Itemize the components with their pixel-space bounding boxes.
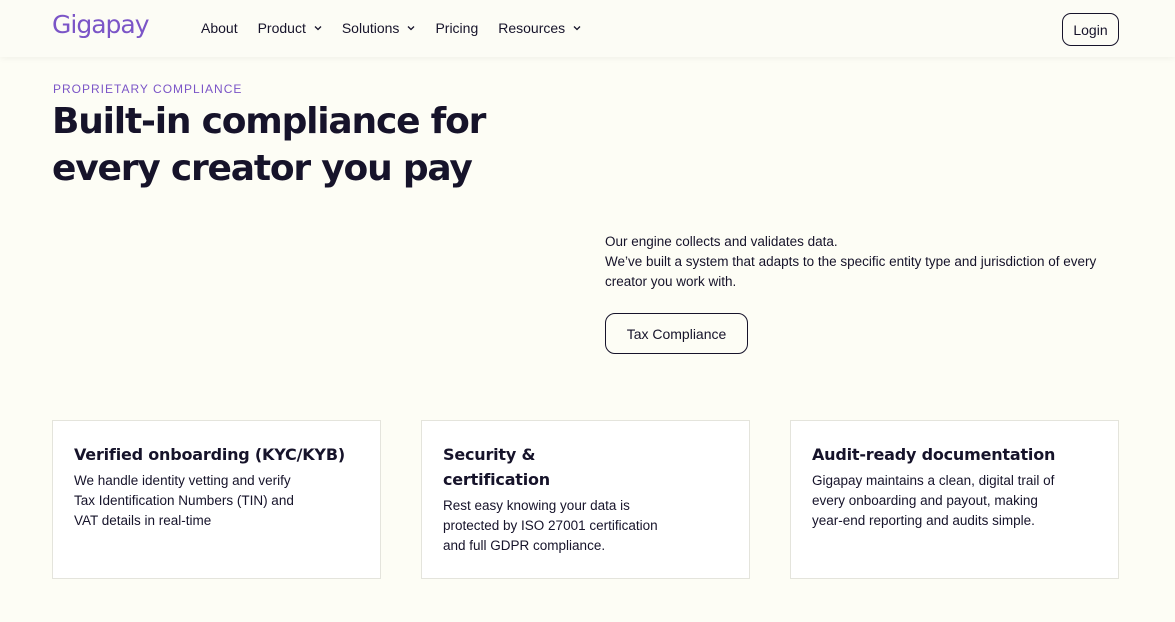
nav-item-product[interactable]: Product — [258, 20, 322, 36]
chevron-down-icon — [573, 26, 581, 31]
nav-item-about[interactable]: About — [201, 20, 238, 36]
nav-item-label: About — [201, 20, 238, 36]
main-nav: About Product Solutions Pricing Resource… — [201, 20, 601, 36]
feature-title: Security & certification — [443, 445, 551, 489]
tax-compliance-button[interactable]: Tax Compliance — [605, 313, 748, 354]
nav-item-label: Product — [257, 20, 306, 36]
feature-description: Rest easy knowing your data is protected… — [443, 498, 658, 553]
top-navbar: Gigapay About Product Solutions Pricing … — [0, 0, 1175, 57]
nav-item-label: Pricing — [435, 20, 479, 36]
login-button[interactable]: Login — [1062, 13, 1119, 46]
feature-description: Gigapay maintains a clean, digital trail… — [812, 473, 1055, 528]
chevron-down-icon — [314, 26, 322, 31]
intro-line-1: Our engine collects and validates data. — [605, 234, 838, 249]
page-title: Built-in compliance for every creator yo… — [52, 98, 492, 192]
section-eyebrow: PROPRIETARY COMPLIANCE — [53, 82, 243, 96]
gigapay-logo[interactable]: Gigapay — [52, 10, 149, 39]
feature-card-audit: Audit-ready documentation Gigapay mainta… — [790, 420, 1119, 579]
feature-card-security: Security & certification Rest easy knowi… — [421, 420, 750, 579]
nav-item-resources[interactable]: Resources — [498, 20, 581, 36]
intro-line-2: We’ve built a system that adapts to the … — [605, 254, 1097, 289]
intro-text: Our engine collects and validates data. … — [605, 232, 1135, 292]
chevron-down-icon — [407, 26, 415, 31]
nav-item-solutions[interactable]: Solutions — [342, 20, 416, 36]
feature-title: Verified onboarding (KYC/KYB) — [74, 445, 345, 464]
feature-title: Audit-ready documentation — [812, 445, 1056, 464]
nav-item-label: Resources — [498, 20, 566, 36]
nav-item-label: Solutions — [341, 20, 400, 36]
feature-card-onboarding: Verified onboarding (KYC/KYB) We handle … — [52, 420, 381, 579]
nav-item-pricing[interactable]: Pricing — [435, 20, 478, 36]
page-title-line-2: every creator you pay — [52, 148, 473, 189]
feature-description: We handle identity vetting and verify Ta… — [74, 473, 294, 528]
page-title-line-1: Built-in compliance for — [52, 101, 486, 142]
